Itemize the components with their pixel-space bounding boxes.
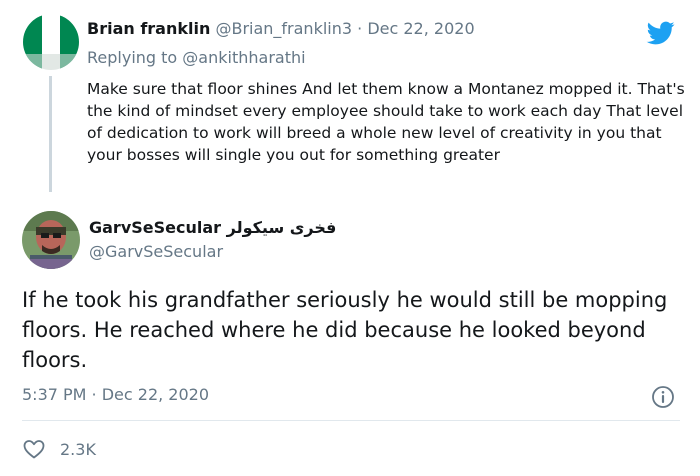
main-tweet-text: If he took his grandfather seriously he … [22, 288, 668, 372]
replying-to-mention[interactable]: @ankithharathi [182, 48, 305, 67]
like-count: 2.3K [60, 439, 96, 459]
thread-connector-line [49, 76, 52, 192]
main-author-handle[interactable]: @GarvSeSecular [89, 241, 223, 263]
header-separator: · [357, 19, 363, 38]
replying-to-label: Replying to [87, 48, 178, 67]
main-tweet-timestamp[interactable]: 5:37 PM · Dec 22, 2020 [22, 384, 209, 406]
reply-date[interactable]: Dec 22, 2020 [367, 19, 474, 38]
reply-author-name[interactable]: Brian franklin [87, 19, 210, 38]
reply-header: Brian franklin @Brian_franklin3 · Dec 22… [87, 18, 475, 40]
main-author-avatar[interactable] [22, 211, 80, 269]
nigeria-flag-avatar [23, 14, 79, 70]
twitter-bird-icon[interactable] [645, 19, 677, 47]
heart-icon[interactable] [22, 437, 46, 461]
reply-author-handle[interactable]: @Brian_franklin3 [215, 19, 352, 38]
main-author-name[interactable]: GarvSeSecular [89, 218, 221, 237]
reply-author-avatar[interactable] [23, 14, 79, 70]
portrait-avatar [22, 211, 80, 269]
reply-tweet-text: Make sure that floor shines And let them… [87, 80, 685, 164]
main-author-name-arabic: فخری سیکولر [226, 218, 337, 237]
like-action[interactable]: 2.3K [22, 437, 96, 461]
main-author-name-line: GarvSeSecular فخری سیکولر [89, 217, 336, 239]
info-icon[interactable] [651, 385, 675, 409]
replying-to-line: Replying to @ankithharathi [87, 47, 306, 69]
divider [22, 420, 680, 421]
